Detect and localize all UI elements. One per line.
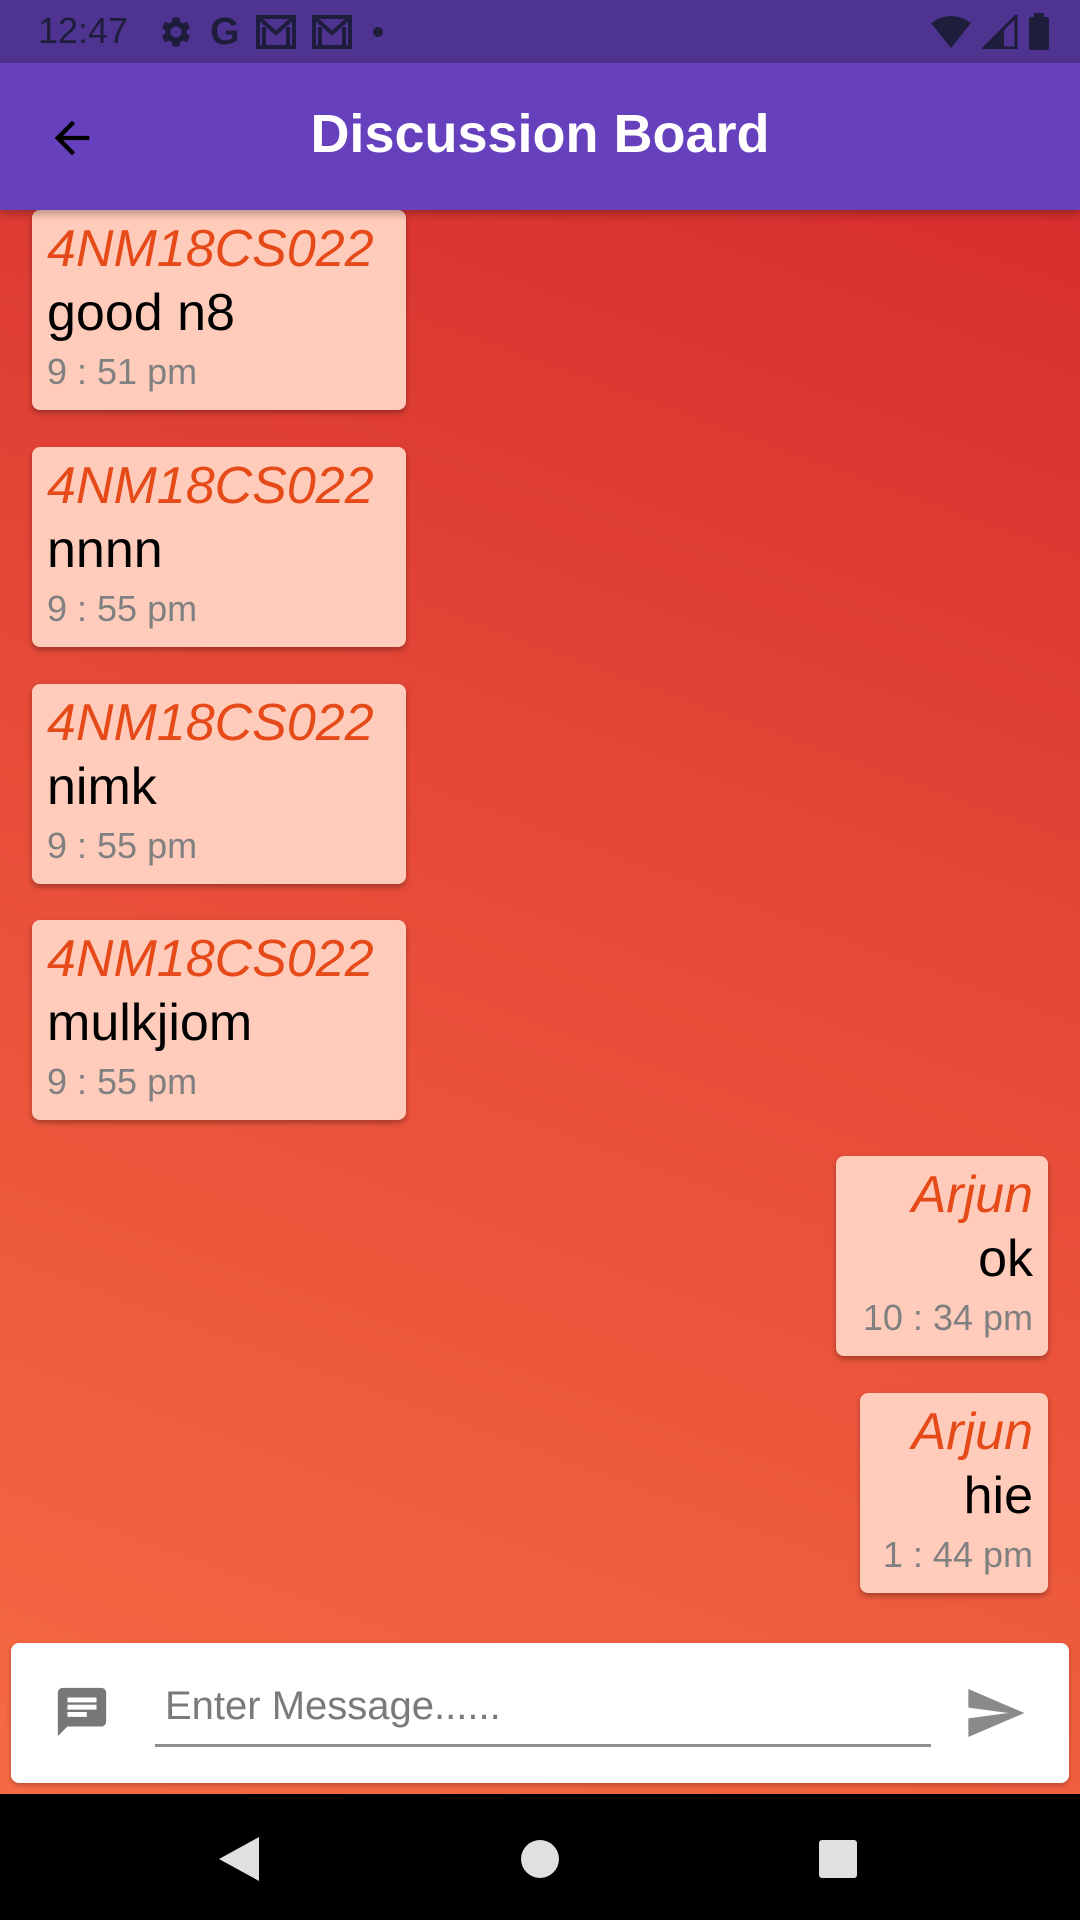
wifi-icon bbox=[930, 15, 972, 49]
message-time: 10 : 34 pm bbox=[862, 1297, 1033, 1338]
nav-recents-button[interactable] bbox=[803, 1824, 873, 1894]
app-bar: Discussion Board bbox=[0, 63, 1080, 210]
status-time: 12:47 bbox=[38, 10, 129, 51]
message-text: hie bbox=[963, 1467, 1033, 1525]
message-time: 9 : 55 pm bbox=[47, 825, 198, 866]
message-text: nnnn bbox=[47, 521, 163, 579]
message-time: 9 : 55 pm bbox=[47, 588, 198, 629]
message-text: ok bbox=[978, 1230, 1033, 1288]
message-time: 9 : 55 pm bbox=[47, 1061, 198, 1102]
message-icon bbox=[53, 1683, 111, 1741]
battery-icon bbox=[1028, 13, 1050, 51]
page-title: Discussion Board bbox=[310, 104, 770, 164]
message-time: 9 : 51 pm bbox=[47, 351, 198, 392]
send-button[interactable] bbox=[963, 1681, 1027, 1745]
home-circle-icon bbox=[521, 1840, 559, 1878]
message-sender: 4NM18CS022 bbox=[47, 694, 374, 752]
nav-bar bbox=[0, 1794, 1080, 1920]
message-bubble: Arjun ok 10 : 34 pm bbox=[836, 1156, 1048, 1356]
message-bubble: 4NM18CS022 mulkjiom 9 : 55 pm bbox=[32, 920, 406, 1120]
status-icons-left: G bbox=[158, 12, 388, 52]
message-composer bbox=[11, 1643, 1069, 1783]
back-triangle-icon bbox=[219, 1837, 259, 1881]
message-sender: 4NM18CS022 bbox=[47, 930, 374, 988]
status-bar: 12:47 G bbox=[0, 0, 1080, 63]
message-text: mulkjiom bbox=[47, 994, 253, 1052]
recents-square-icon bbox=[819, 1840, 857, 1878]
screen: 12:47 G Discussion Board 4NM18CS022 good… bbox=[0, 0, 1080, 1920]
nav-back-button[interactable] bbox=[204, 1824, 274, 1894]
cell-signal-icon bbox=[982, 15, 1018, 49]
message-bubble: Arjun hie 1 : 44 pm bbox=[860, 1393, 1048, 1593]
google-icon: G bbox=[210, 11, 240, 53]
status-icons-right bbox=[930, 12, 1050, 52]
message-text: good n8 bbox=[47, 284, 235, 342]
message-bubble: 4NM18CS022 nnnn 9 : 55 pm bbox=[32, 447, 406, 647]
message-sender: Arjun bbox=[911, 1403, 1033, 1461]
dot-icon bbox=[368, 22, 388, 42]
message-sender: 4NM18CS022 bbox=[47, 457, 374, 515]
settings-icon bbox=[158, 14, 194, 50]
message-bubble: 4NM18CS022 good n8 9 : 51 pm bbox=[32, 210, 406, 410]
message-input[interactable] bbox=[155, 1669, 931, 1747]
message-time: 1 : 44 pm bbox=[882, 1534, 1033, 1575]
chat-area[interactable]: 4NM18CS022 good n8 9 : 51 pm 4NM18CS022 … bbox=[0, 210, 1080, 1794]
message-text: nimk bbox=[47, 758, 157, 816]
gmail-icon bbox=[311, 15, 352, 49]
gmail-icon bbox=[255, 15, 296, 49]
message-bubble: 4NM18CS022 nimk 9 : 55 pm bbox=[32, 684, 406, 884]
nav-home-button[interactable] bbox=[505, 1824, 575, 1894]
message-sender: Arjun bbox=[911, 1166, 1033, 1224]
message-sender: 4NM18CS022 bbox=[47, 220, 374, 278]
send-icon bbox=[968, 1689, 1025, 1737]
